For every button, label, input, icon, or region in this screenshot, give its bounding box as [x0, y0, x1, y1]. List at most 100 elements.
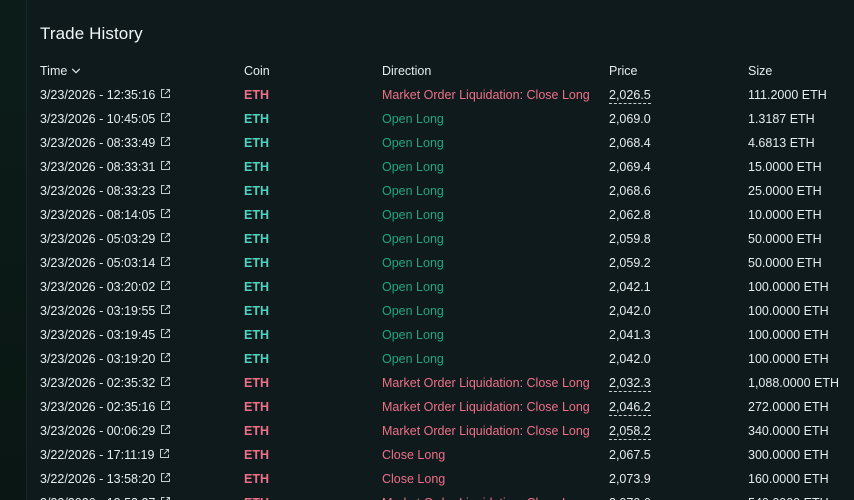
trade-time: 3/23/2026 - 08:14:05 [40, 208, 171, 222]
trade-price-value[interactable]: 2,070.6 [609, 496, 651, 500]
trade-price-value: 2,059.8 [609, 232, 651, 246]
trade-price: 2,069.0 [609, 112, 651, 126]
trade-time-text: 3/23/2026 - 08:33:23 [40, 184, 156, 198]
trade-time: 3/23/2026 - 05:03:29 [40, 232, 171, 246]
table-row: 3/23/2026 - 03:20:02 ETH Open Long 2,042.1 1… [27, 276, 854, 300]
external-link-icon[interactable] [160, 256, 171, 267]
trade-coin: ETH [244, 136, 269, 150]
trade-time-text: 3/23/2026 - 03:20:02 [40, 280, 156, 294]
table-row: 3/23/2026 - 05:03:29 ETH Open Long 2,059.8 5… [27, 228, 854, 252]
trade-direction: Open Long [382, 184, 444, 198]
table-row: 3/22/2026 - 17:11:19 ETH Close Long 2,067.5… [27, 444, 854, 468]
external-link-icon[interactable] [160, 400, 171, 411]
trade-direction: Market Order Liquidation: Close Long [382, 496, 590, 500]
trade-price-value[interactable]: 2,058.2 [609, 424, 651, 440]
external-link-icon[interactable] [160, 352, 171, 363]
trade-time-text: 3/23/2026 - 12:35:16 [40, 88, 156, 102]
panel-title: Trade History [40, 24, 143, 43]
external-link-icon[interactable] [160, 160, 171, 171]
trade-coin: ETH [244, 232, 269, 246]
external-link-icon[interactable] [160, 136, 171, 147]
trade-direction: Close Long [382, 448, 446, 462]
trade-coin: ETH [244, 328, 269, 342]
external-link-icon[interactable] [160, 88, 171, 99]
table-row: 3/23/2026 - 03:19:55 ETH Open Long 2,042.0 1… [27, 300, 854, 324]
external-link-icon[interactable] [160, 472, 171, 483]
trade-time-text: 3/22/2026 - 17:11:19 [40, 448, 155, 462]
trade-price: 2,073.9 [609, 472, 651, 486]
external-link-icon[interactable] [159, 448, 170, 459]
external-link-icon[interactable] [160, 424, 171, 435]
chevron-down-icon[interactable] [71, 66, 81, 76]
trade-time: 3/23/2026 - 03:19:55 [40, 304, 171, 318]
external-link-icon[interactable] [160, 208, 171, 219]
table-row: 3/23/2026 - 08:33:49 ETH Open Long 2,068.4 4… [27, 132, 854, 156]
header-coin[interactable]: Coin [244, 64, 270, 78]
trade-direction: Open Long [382, 160, 444, 174]
table-row: 3/23/2026 - 08:33:31 ETH Open Long 2,069.4 1… [27, 156, 854, 180]
trade-time: 3/23/2026 - 12:35:16 [40, 88, 171, 102]
trade-price-value: 2,042.0 [609, 352, 651, 366]
trade-price-value: 2,067.5 [609, 448, 651, 462]
external-link-icon[interactable] [160, 376, 171, 387]
trade-size: 340.0000 ETH [748, 424, 829, 438]
table-row: 3/23/2026 - 02:35:16 ETH Market Order Liqu… [27, 396, 854, 420]
trade-time-text: 3/23/2026 - 02:35:16 [40, 400, 156, 414]
trade-coin: ETH [244, 496, 269, 500]
trade-direction: Market Order Liquidation: Close Long [382, 376, 590, 390]
trade-time: 3/23/2026 - 02:35:16 [40, 400, 171, 414]
trade-size: 111.2000 ETH [748, 88, 827, 102]
trade-time: 3/23/2026 - 08:33:31 [40, 160, 171, 174]
trade-price: 2,059.8 [609, 232, 651, 246]
trade-time-text: 3/23/2026 - 08:33:49 [40, 136, 156, 150]
header-size[interactable]: Size [748, 64, 772, 78]
external-link-icon[interactable] [160, 280, 171, 291]
table-row: 3/23/2026 - 05:03:14 ETH Open Long 2,059.2 5… [27, 252, 854, 276]
trade-direction: Open Long [382, 352, 444, 366]
trade-price-value[interactable]: 2,026.5 [609, 88, 651, 104]
trade-size: 1.3187 ETH [748, 112, 815, 126]
trade-time: 3/22/2026 - 17:11:19 [40, 448, 170, 462]
trade-price-value: 2,068.6 [609, 184, 651, 198]
trade-time: 3/23/2026 - 02:35:32 [40, 376, 171, 390]
external-link-icon[interactable] [160, 328, 171, 339]
trade-price: 2,026.5 [609, 88, 651, 104]
trade-time-text: 3/23/2026 - 03:19:20 [40, 352, 156, 366]
trade-price-value: 2,073.9 [609, 472, 651, 486]
table-row: 3/23/2026 - 02:35:32 ETH Market Order Liqu… [27, 372, 854, 396]
trade-price: 2,070.6 [609, 496, 651, 500]
trade-direction: Open Long [382, 136, 444, 150]
trade-size: 160.0000 ETH [748, 472, 829, 486]
trade-direction: Open Long [382, 328, 444, 342]
trade-size: 1,088.0000 ETH [748, 376, 840, 390]
header-direction[interactable]: Direction [382, 64, 431, 78]
trade-size: 50.0000 ETH [748, 232, 822, 246]
trade-direction: Market Order Liquidation: Close Long [382, 88, 590, 102]
table-row: 3/23/2026 - 03:19:20 ETH Open Long 2,042.0 1… [27, 348, 854, 372]
trade-direction: Open Long [382, 304, 444, 318]
trade-time-text: 3/23/2026 - 10:45:05 [40, 112, 156, 126]
trade-price-value[interactable]: 2,046.2 [609, 400, 651, 416]
trade-coin: ETH [244, 352, 269, 366]
trade-price-value: 2,059.2 [609, 256, 651, 270]
trade-price-value[interactable]: 2,032.3 [609, 376, 651, 392]
external-link-icon[interactable] [160, 112, 171, 123]
trade-direction: Market Order Liquidation: Close Long [382, 424, 590, 438]
trade-table-body: 3/23/2026 - 12:35:16 ETH Market Order Liqu… [27, 84, 854, 500]
trade-coin: ETH [244, 304, 269, 318]
trade-direction: Open Long [382, 208, 444, 222]
trade-time-text: 3/23/2026 - 05:03:29 [40, 232, 156, 246]
trade-size: 100.0000 ETH [748, 280, 829, 294]
header-time[interactable]: Time [40, 64, 81, 78]
trade-size: 50.0000 ETH [748, 256, 822, 270]
external-link-icon[interactable] [160, 496, 171, 500]
external-link-icon[interactable] [160, 232, 171, 243]
trade-coin: ETH [244, 472, 269, 486]
trade-price: 2,068.6 [609, 184, 651, 198]
external-link-icon[interactable] [160, 304, 171, 315]
header-price[interactable]: Price [609, 64, 637, 78]
external-link-icon[interactable] [160, 184, 171, 195]
trade-direction: Open Long [382, 232, 444, 246]
trade-coin: ETH [244, 208, 269, 222]
trade-size: 300.0000 ETH [748, 448, 829, 462]
